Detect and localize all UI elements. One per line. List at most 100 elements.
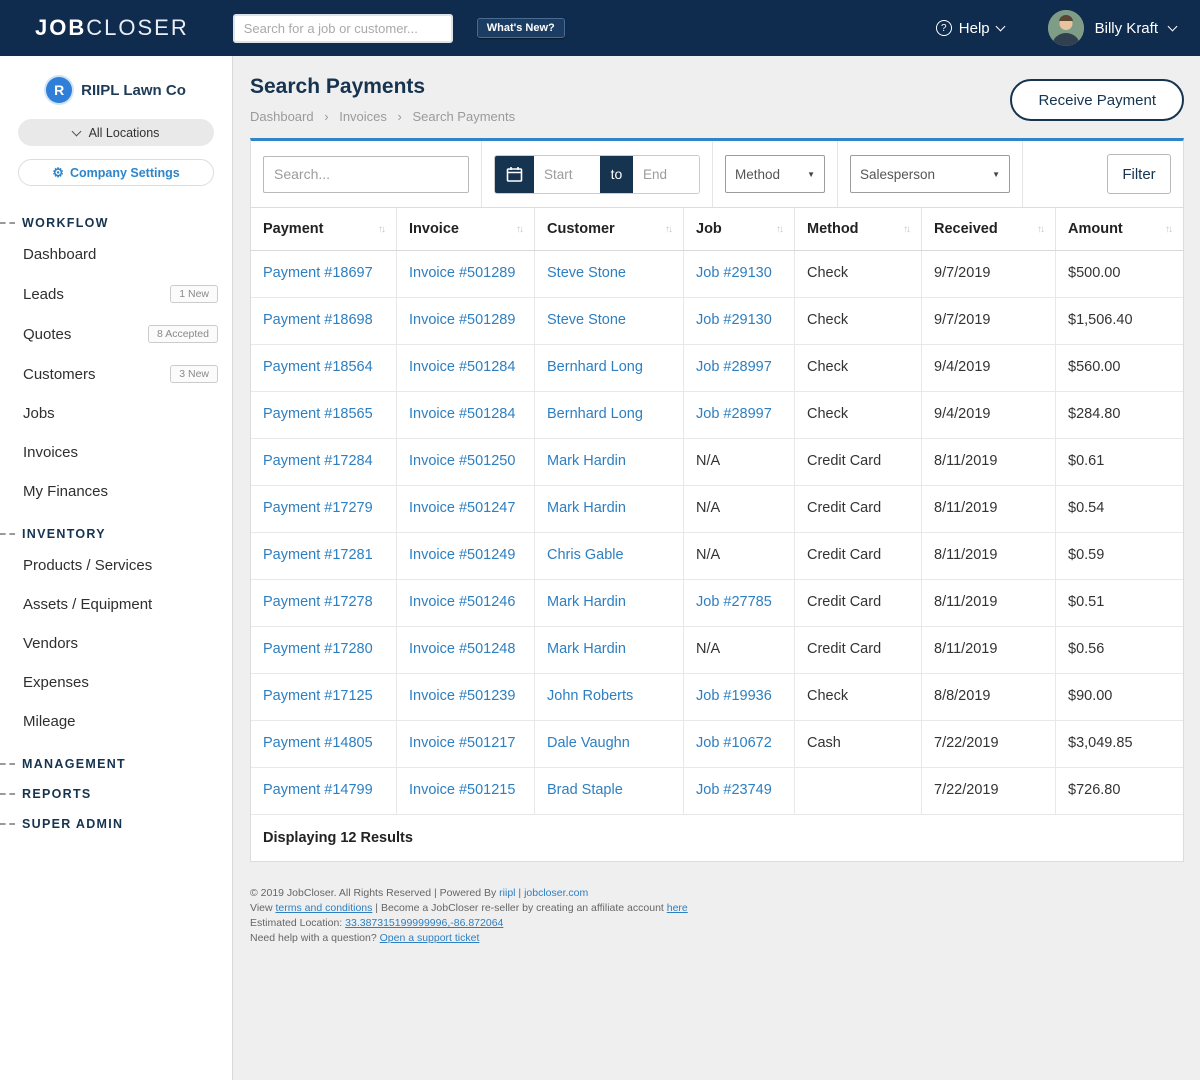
- customer-link[interactable]: Bernhard Long: [547, 359, 643, 375]
- customer-link[interactable]: Dale Vaughn: [547, 735, 630, 751]
- customer-link[interactable]: Steve Stone: [547, 265, 626, 281]
- payment-link[interactable]: Payment #18698: [263, 312, 373, 328]
- sidebar-item-vendors[interactable]: Vendors: [0, 624, 232, 663]
- payment-link[interactable]: Payment #17281: [263, 547, 373, 563]
- sidebar-item-mileage[interactable]: Mileage: [0, 702, 232, 741]
- invoice-link[interactable]: Invoice #501284: [409, 359, 515, 375]
- sort-icon[interactable]: ↑↓: [903, 224, 909, 235]
- start-date-input[interactable]: [534, 156, 600, 193]
- column-header-customer[interactable]: Customer↑↓: [535, 208, 684, 250]
- payment-link[interactable]: Payment #17284: [263, 453, 373, 469]
- sidebar-item-dashboard[interactable]: Dashboard: [0, 235, 232, 274]
- global-search-input[interactable]: [233, 14, 453, 43]
- payment-link[interactable]: Payment #17125: [263, 688, 373, 704]
- column-header-method[interactable]: Method↑↓: [795, 208, 922, 250]
- sort-icon[interactable]: ↑↓: [378, 224, 384, 235]
- invoice-link[interactable]: Invoice #501289: [409, 265, 515, 281]
- sort-icon[interactable]: ↑↓: [665, 224, 671, 235]
- riipl-link[interactable]: riipl: [499, 887, 515, 899]
- jobcloser-link[interactable]: jobcloser.com: [524, 887, 588, 899]
- job-link[interactable]: Job #23749: [696, 782, 772, 798]
- sidebar-item-jobs[interactable]: Jobs: [0, 394, 232, 433]
- table-footer: Displaying 12 Results: [251, 815, 1183, 861]
- sidebar-item-quotes[interactable]: Quotes8 Accepted: [0, 314, 232, 354]
- breadcrumb-dashboard[interactable]: Dashboard: [250, 109, 314, 124]
- job-link[interactable]: Job #27785: [696, 594, 772, 610]
- sidebar-item-products-services[interactable]: Products / Services: [0, 546, 232, 585]
- invoice-link[interactable]: Invoice #501246: [409, 594, 515, 610]
- sidebar-item-my-finances[interactable]: My Finances: [0, 472, 232, 511]
- column-header-received[interactable]: Received↑↓: [922, 208, 1056, 250]
- sidebar-item-assets-equipment[interactable]: Assets / Equipment: [0, 585, 232, 624]
- invoice-link[interactable]: Invoice #501217: [409, 735, 515, 751]
- customer-link[interactable]: Brad Staple: [547, 782, 623, 798]
- column-header-job[interactable]: Job↑↓: [684, 208, 795, 250]
- breadcrumb-invoices[interactable]: Invoices: [339, 109, 387, 124]
- job-link[interactable]: Job #19936: [696, 688, 772, 704]
- method-select[interactable]: Method ▼: [725, 155, 825, 193]
- customer-link[interactable]: Mark Hardin: [547, 500, 626, 516]
- company-settings-button[interactable]: ⚙ Company Settings: [18, 159, 214, 186]
- sidebar-item-leads[interactable]: Leads1 New: [0, 274, 232, 314]
- app-logo[interactable]: JOBCLOSER: [35, 15, 189, 41]
- user-menu[interactable]: Billy Kraft: [1048, 10, 1176, 46]
- payment-link[interactable]: Payment #14805: [263, 735, 373, 751]
- sidebar-item-expenses[interactable]: Expenses: [0, 663, 232, 702]
- sidebar-item-customers[interactable]: Customers3 New: [0, 354, 232, 394]
- job-link[interactable]: Job #29130: [696, 265, 772, 281]
- sidebar-section-super-admin[interactable]: SUPER ADMIN: [0, 817, 232, 831]
- payment-link[interactable]: Payment #14799: [263, 782, 373, 798]
- sidebar-section-workflow[interactable]: WORKFLOW: [0, 216, 232, 230]
- payment-link[interactable]: Payment #17279: [263, 500, 373, 516]
- customer-link[interactable]: Steve Stone: [547, 312, 626, 328]
- column-header-amount[interactable]: Amount↑↓: [1056, 208, 1183, 250]
- sort-icon[interactable]: ↑↓: [1165, 224, 1171, 235]
- terms-link[interactable]: terms and conditions: [276, 902, 373, 914]
- sort-icon[interactable]: ↑↓: [516, 224, 522, 235]
- job-link[interactable]: Job #28997: [696, 406, 772, 422]
- customer-link[interactable]: Mark Hardin: [547, 453, 626, 469]
- sidebar-section-reports[interactable]: REPORTS: [0, 787, 232, 801]
- locations-dropdown[interactable]: All Locations: [18, 119, 214, 146]
- invoice-link[interactable]: Invoice #501250: [409, 453, 515, 469]
- job-link[interactable]: Job #10672: [696, 735, 772, 751]
- end-date-input[interactable]: [633, 156, 699, 193]
- job-link[interactable]: Job #29130: [696, 312, 772, 328]
- invoice-link[interactable]: Invoice #501215: [409, 782, 515, 798]
- help-menu[interactable]: ? Help: [936, 20, 1004, 37]
- customer-link[interactable]: Bernhard Long: [547, 406, 643, 422]
- customer-link[interactable]: Mark Hardin: [547, 641, 626, 657]
- invoice-link[interactable]: Invoice #501247: [409, 500, 515, 516]
- search-input[interactable]: [263, 156, 469, 193]
- customer-link[interactable]: John Roberts: [547, 688, 633, 704]
- sidebar-section-management[interactable]: MANAGEMENT: [0, 757, 232, 771]
- invoice-link[interactable]: Invoice #501248: [409, 641, 515, 657]
- customer-link[interactable]: Chris Gable: [547, 547, 624, 563]
- amount-cell: $0.51: [1056, 580, 1183, 626]
- calendar-button[interactable]: [495, 156, 534, 193]
- sidebar-section-inventory[interactable]: INVENTORY: [0, 527, 232, 541]
- invoice-link[interactable]: Invoice #501284: [409, 406, 515, 422]
- receive-payment-button[interactable]: Receive Payment: [1010, 79, 1184, 121]
- sidebar-item-invoices[interactable]: Invoices: [0, 433, 232, 472]
- location-coordinates-link[interactable]: 33.387315199999996,-86.872064: [345, 917, 503, 929]
- column-header-payment[interactable]: Payment↑↓: [251, 208, 397, 250]
- salesperson-select[interactable]: Salesperson ▼: [850, 155, 1010, 193]
- payment-link[interactable]: Payment #17278: [263, 594, 373, 610]
- sort-icon[interactable]: ↑↓: [776, 224, 782, 235]
- sort-icon[interactable]: ↑↓: [1037, 224, 1043, 235]
- payment-link[interactable]: Payment #18565: [263, 406, 373, 422]
- column-header-invoice[interactable]: Invoice↑↓: [397, 208, 535, 250]
- payment-link[interactable]: Payment #17280: [263, 641, 373, 657]
- filter-button[interactable]: Filter: [1107, 154, 1171, 194]
- payment-link[interactable]: Payment #18697: [263, 265, 373, 281]
- payment-link[interactable]: Payment #18564: [263, 359, 373, 375]
- support-ticket-link[interactable]: Open a support ticket: [380, 932, 480, 944]
- customer-link[interactable]: Mark Hardin: [547, 594, 626, 610]
- invoice-link[interactable]: Invoice #501239: [409, 688, 515, 704]
- invoice-link[interactable]: Invoice #501289: [409, 312, 515, 328]
- affiliate-link[interactable]: here: [667, 902, 688, 914]
- whats-new-button[interactable]: What's New?: [477, 18, 565, 38]
- invoice-link[interactable]: Invoice #501249: [409, 547, 515, 563]
- job-link[interactable]: Job #28997: [696, 359, 772, 375]
